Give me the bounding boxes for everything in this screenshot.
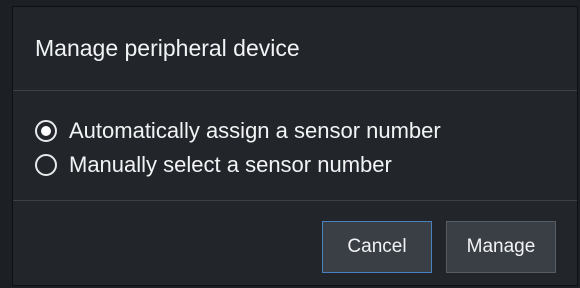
cancel-button[interactable]: Cancel — [322, 221, 432, 273]
manual-select-label: Manually select a sensor number — [69, 152, 392, 177]
dialog-body: Automatically assign a sensor number Man… — [13, 91, 577, 201]
manage-button[interactable]: Manage — [446, 221, 556, 273]
manual-select-radio[interactable] — [35, 154, 57, 176]
dialog-footer: Cancel Manage — [13, 201, 577, 285]
auto-assign-label: Automatically assign a sensor number — [69, 118, 441, 143]
dialog-title: Manage peripheral device — [35, 35, 300, 61]
auto-assign-option[interactable]: Automatically assign a sensor number — [35, 118, 441, 144]
manual-select-option[interactable]: Manually select a sensor number — [35, 152, 392, 178]
dialog-header: Manage peripheral device — [13, 7, 577, 91]
manage-peripheral-dialog: Manage peripheral device Automatically a… — [12, 6, 578, 286]
auto-assign-radio[interactable] — [35, 120, 57, 142]
